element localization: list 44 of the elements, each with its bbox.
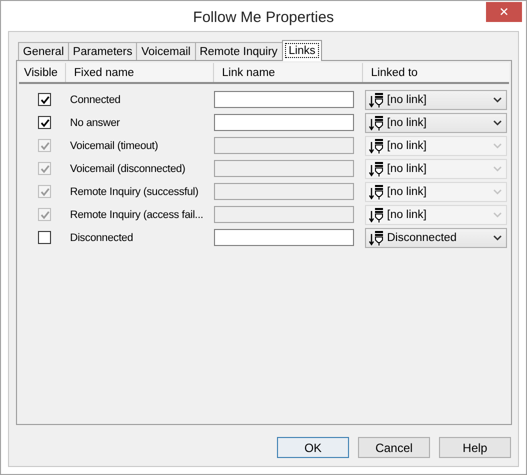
- column-header[interactable]: Linked to: [363, 63, 509, 82]
- fixed-name: Voicemail (disconnected): [70, 162, 186, 174]
- link-icon: [369, 92, 384, 108]
- chevron-icon: [493, 234, 502, 240]
- link-icon: [369, 184, 384, 200]
- link-icon: [369, 160, 384, 176]
- link-icon: [369, 230, 384, 246]
- close-button[interactable]: ✕: [486, 2, 522, 22]
- tab[interactable]: Links: [282, 40, 322, 61]
- fixed-name: Remote Inquiry (successful): [70, 186, 198, 198]
- column-header[interactable]: Visible: [19, 63, 66, 82]
- dialog-button[interactable]: OK: [277, 437, 349, 458]
- chevron-icon: [493, 142, 502, 148]
- chevron-icon: [493, 188, 502, 194]
- tab[interactable]: General: [18, 42, 69, 60]
- linked-to-dropdown[interactable]: Disconnected: [365, 228, 507, 248]
- link-name-field[interactable]: [214, 114, 354, 131]
- linked-to-dropdown[interactable]: [no link]: [365, 112, 507, 132]
- dialog-button[interactable]: Help: [439, 437, 511, 458]
- link-icon: [369, 114, 384, 130]
- fixed-name: Connected: [70, 94, 120, 106]
- fixed-name: Disconnected: [70, 232, 134, 244]
- dialog-button[interactable]: Cancel: [358, 437, 430, 458]
- chevron-icon: [493, 96, 502, 102]
- fixed-name: Remote Inquiry (access fail...: [70, 208, 204, 220]
- checkbox[interactable]: [38, 231, 51, 244]
- window-title: Follow Me Properties: [193, 8, 334, 26]
- fixed-name: No answer: [70, 116, 120, 128]
- link-icon: [369, 206, 384, 222]
- link-name-field[interactable]: [214, 91, 354, 108]
- link-icon: [369, 138, 384, 154]
- tab[interactable]: Parameters: [68, 42, 138, 60]
- chevron-icon: [493, 166, 502, 172]
- tab[interactable]: Voicemail: [136, 42, 196, 60]
- linked-to-dropdown[interactable]: [no link]: [365, 90, 507, 110]
- link-name-field[interactable]: [214, 229, 354, 246]
- tab[interactable]: Remote Inquiry: [194, 42, 283, 60]
- chevron-icon: [493, 212, 502, 218]
- chevron-icon: [493, 120, 502, 126]
- checkbox[interactable]: [38, 116, 51, 129]
- column-header[interactable]: Fixed name: [66, 63, 214, 82]
- fixed-name: Voicemail (timeout): [70, 140, 158, 152]
- checkbox[interactable]: [38, 93, 51, 106]
- column-header[interactable]: Link name: [214, 63, 363, 82]
